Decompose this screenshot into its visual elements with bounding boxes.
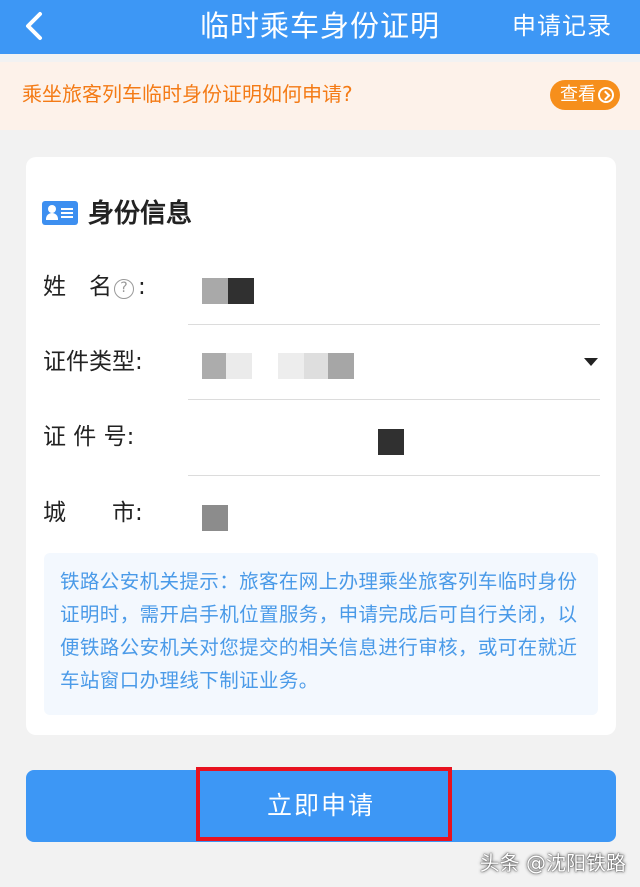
dropdown-caret-icon[interactable] (584, 358, 598, 366)
notice-banner[interactable]: 乘坐旅客列车临时身份证明如何申请? 查看 (0, 62, 640, 130)
chevron-right-circle-icon (598, 87, 614, 103)
view-button[interactable]: 查看 (550, 80, 620, 110)
name-label-colon: : (138, 274, 146, 300)
tip-box: 铁路公安机关提示：旅客在网上办理乘坐旅客列车临时身份证明时，需开启手机位置服务，… (44, 553, 598, 715)
tip-text: 铁路公安机关提示：旅客在网上办理乘坐旅客列车临时身份证明时，需开启手机位置服务，… (60, 570, 578, 692)
name-label: 姓 名?: (43, 272, 146, 302)
city-field[interactable] (202, 505, 228, 531)
section-title: 身份信息 (88, 199, 193, 229)
id-type-label: 证件类型: (43, 349, 143, 375)
view-button-label: 查看 (560, 84, 596, 105)
name-underline (188, 324, 600, 325)
id-number-field[interactable] (378, 429, 404, 455)
name-field[interactable] (202, 278, 254, 304)
id-card-icon (42, 201, 78, 225)
application-records-link[interactable]: 申请记录 (512, 10, 612, 42)
id-number-label: 证 件 号: (43, 424, 135, 450)
city-label: 城 市: (43, 500, 143, 526)
id-type-underline (188, 399, 600, 400)
id-type-select[interactable] (202, 352, 582, 380)
watermark: 头条 @沈阳铁路 (479, 851, 626, 875)
id-number-underline (188, 475, 600, 476)
top-bar: 临时乘车身份证明 申请记录 (0, 0, 640, 54)
identity-card: 身份信息 姓 名?: 证件类型: 证 件 号: 城 市: 铁路公安机关提示：旅客… (26, 157, 616, 735)
notice-text: 乘坐旅客列车临时身份证明如何申请? (22, 82, 353, 106)
highlight-annotation (196, 767, 452, 841)
question-circle-icon[interactable]: ? (114, 279, 134, 299)
name-label-text: 姓 名 (43, 274, 112, 300)
